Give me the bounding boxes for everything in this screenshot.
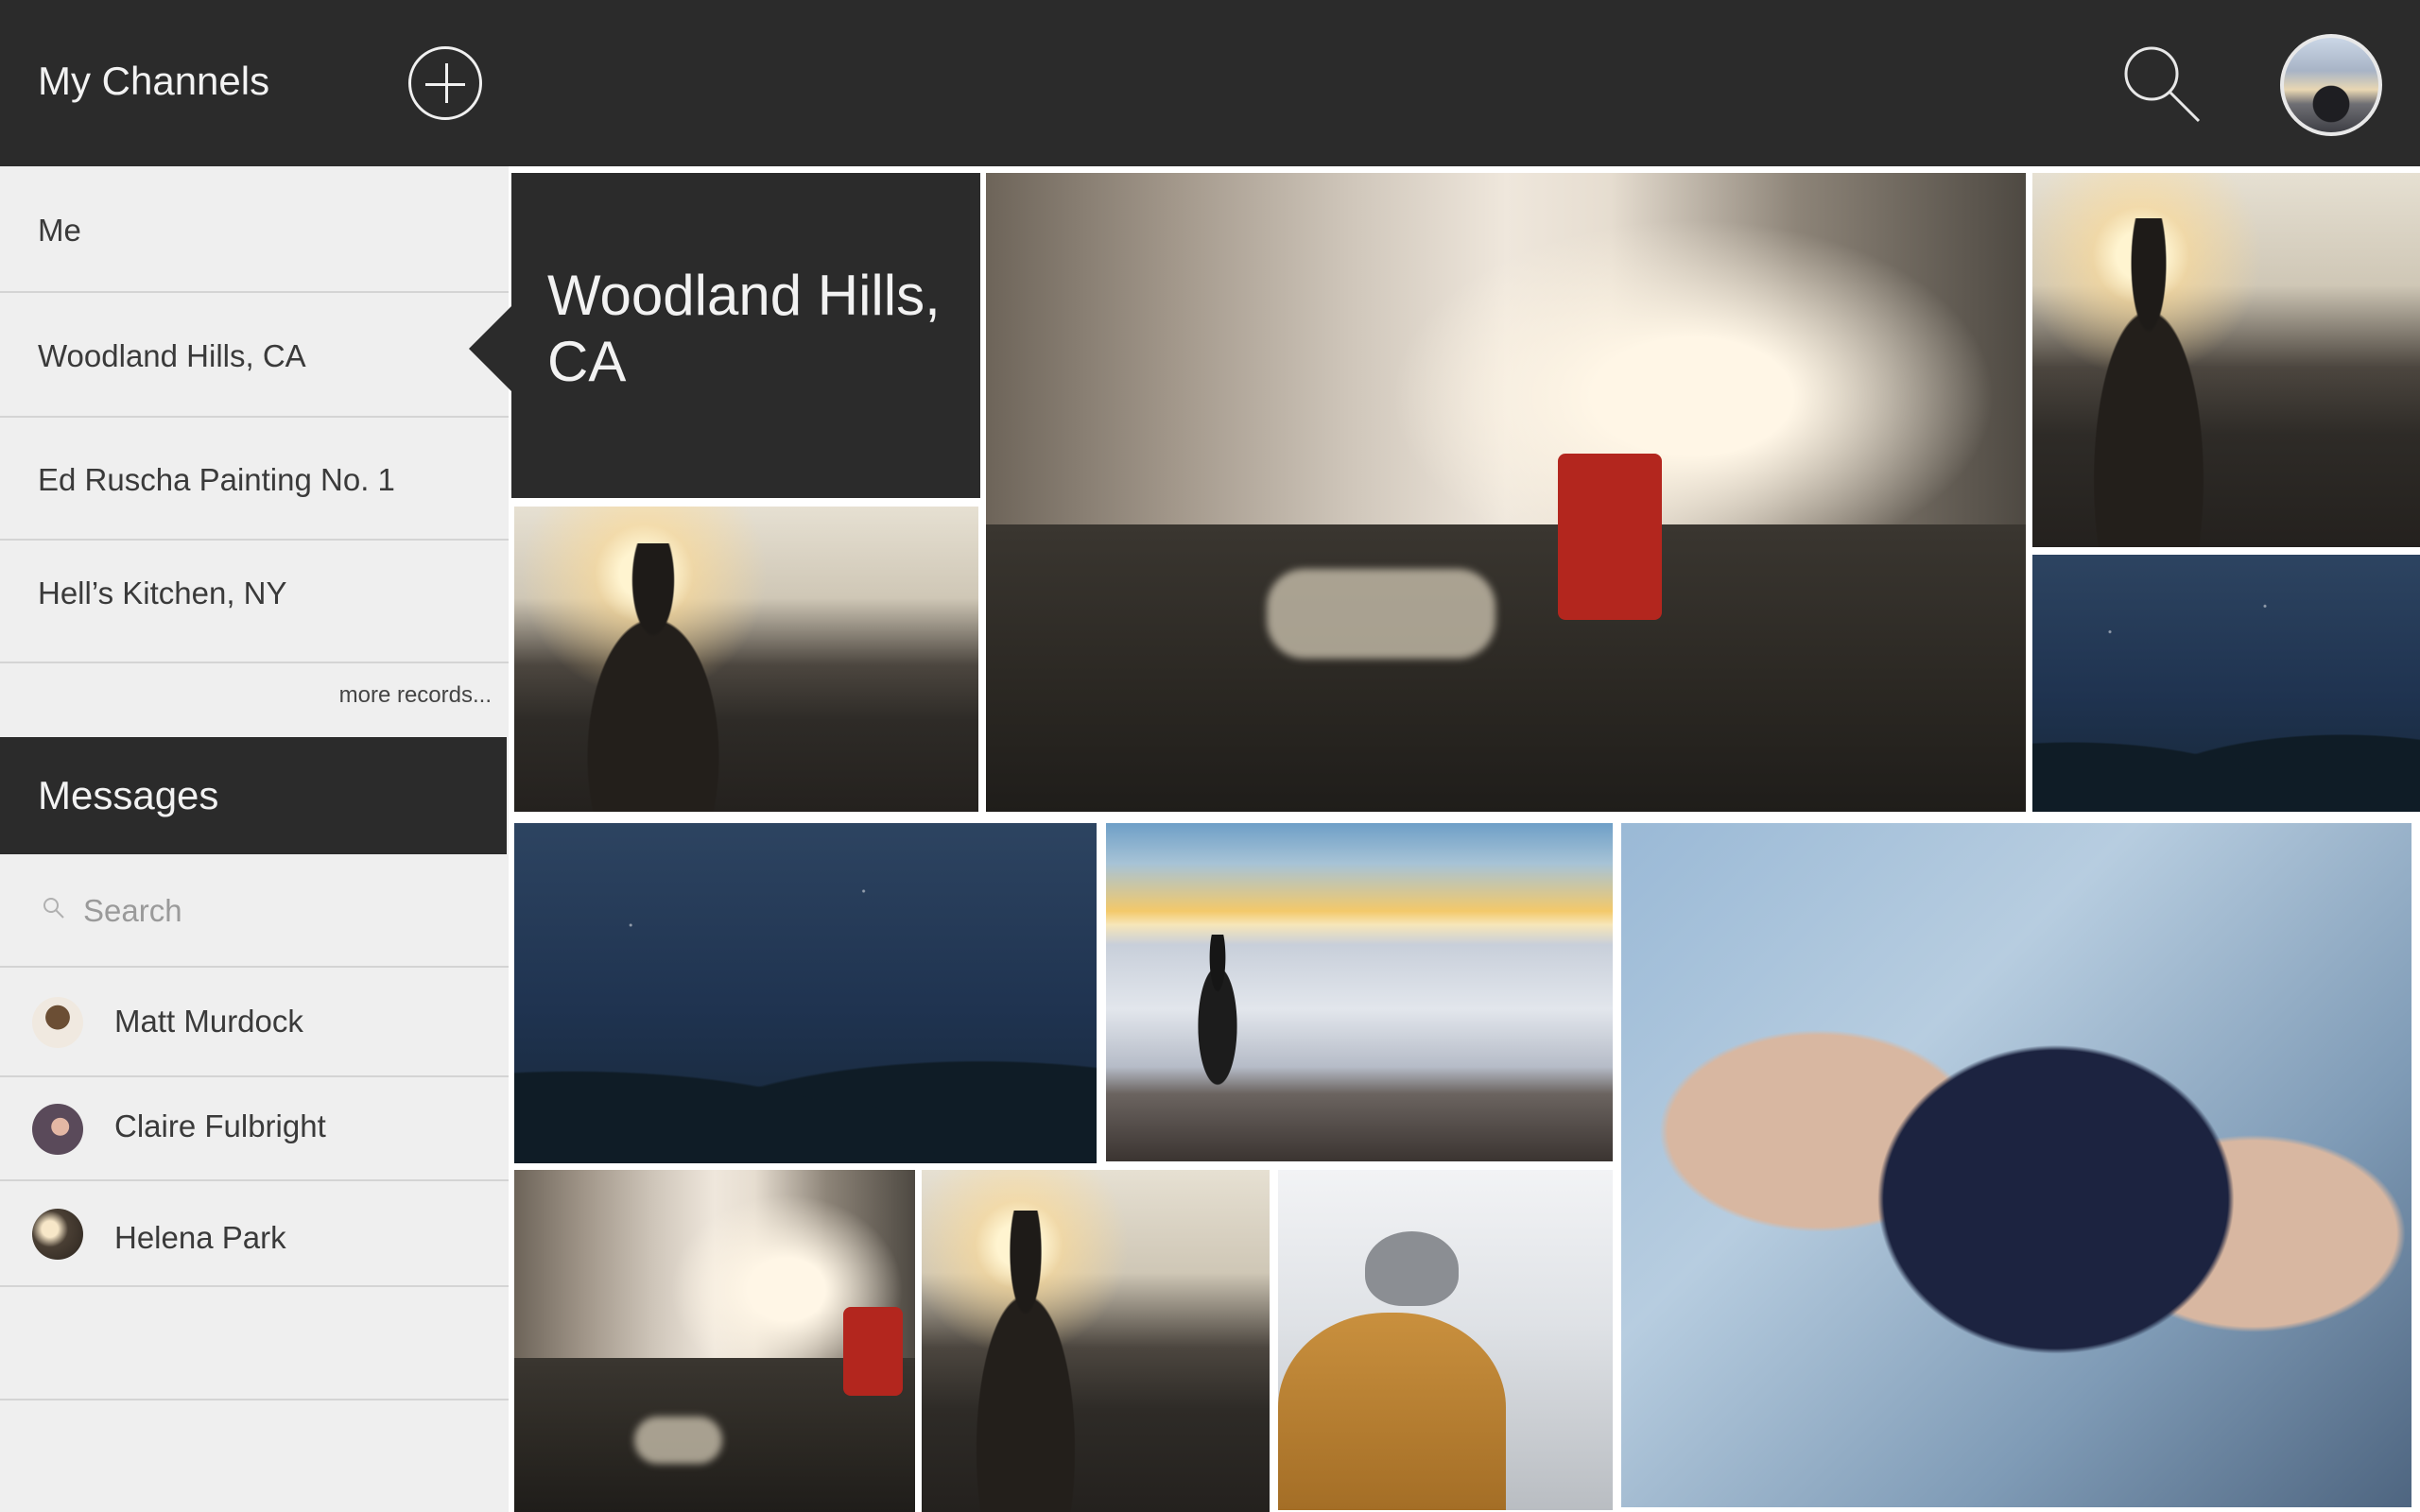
- top-bar: My Channels: [0, 0, 2420, 166]
- channel-item-ed-ruscha[interactable]: Ed Ruscha Painting No. 1: [0, 418, 509, 541]
- photo-man-silhouette[interactable]: [2032, 173, 2420, 547]
- photo-street-scene[interactable]: [514, 1170, 915, 1512]
- search-icon[interactable]: [2116, 38, 2206, 129]
- photo-man-silhouette[interactable]: [514, 507, 978, 812]
- contact-name: Claire Fulbright: [114, 1108, 326, 1143]
- channel-title-card: Woodland Hills, CA: [511, 173, 980, 498]
- more-records-link[interactable]: more records...: [339, 682, 492, 709]
- search-icon: [43, 898, 64, 919]
- contact-item[interactable]: Claire Fulbright: [0, 1077, 509, 1181]
- contact-avatar: [32, 997, 83, 1048]
- messages-search: [0, 854, 509, 968]
- photo-street-scene[interactable]: [986, 173, 2026, 812]
- app-title: My Channels: [38, 59, 270, 103]
- photo-grapes-in-hands[interactable]: [1621, 823, 2411, 1507]
- photo-night-sky[interactable]: [514, 823, 1097, 1163]
- add-channel-button[interactable]: [408, 46, 482, 120]
- car-shape: [1267, 569, 1495, 659]
- car-shape: [634, 1416, 723, 1465]
- channel-label: Hell’s Kitchen, NY: [38, 576, 287, 610]
- selected-indicator: [469, 305, 512, 392]
- bus-shape: [842, 1306, 904, 1396]
- empty-list-row: [0, 1287, 509, 1400]
- photo-night-sky[interactable]: [2032, 555, 2420, 812]
- bus-shape: [1558, 454, 1662, 621]
- sidebar: Me Woodland Hills, CA Ed Ruscha Painting…: [0, 166, 509, 1512]
- channel-title: Woodland Hills, CA: [547, 264, 941, 393]
- channel-label: Woodland Hills, CA: [38, 338, 306, 373]
- photo-man-silhouette[interactable]: [922, 1170, 1270, 1512]
- photo-man-over-clouds[interactable]: [1106, 823, 1613, 1161]
- contact-avatar: [32, 1104, 83, 1155]
- channel-item-woodland-hills[interactable]: Woodland Hills, CA: [0, 293, 509, 418]
- channel-item-hells-kitchen[interactable]: Hell’s Kitchen, NY: [0, 541, 509, 663]
- contact-item[interactable]: Helena Park: [0, 1181, 509, 1287]
- messages-header: Messages: [0, 737, 507, 854]
- messages-title: Messages: [38, 773, 219, 817]
- contact-avatar: [32, 1209, 83, 1260]
- channel-item-me[interactable]: Me: [0, 166, 509, 293]
- messages-search-input[interactable]: [81, 886, 463, 936]
- photo-person-in-beanie[interactable]: [1278, 1170, 1613, 1510]
- user-avatar[interactable]: [2280, 34, 2382, 136]
- channel-label: Me: [38, 213, 81, 248]
- contact-name: Helena Park: [114, 1220, 286, 1255]
- channel-label: Ed Ruscha Painting No. 1: [38, 462, 395, 497]
- contact-item[interactable]: Matt Murdock: [0, 968, 509, 1077]
- contact-name: Matt Murdock: [114, 1004, 303, 1039]
